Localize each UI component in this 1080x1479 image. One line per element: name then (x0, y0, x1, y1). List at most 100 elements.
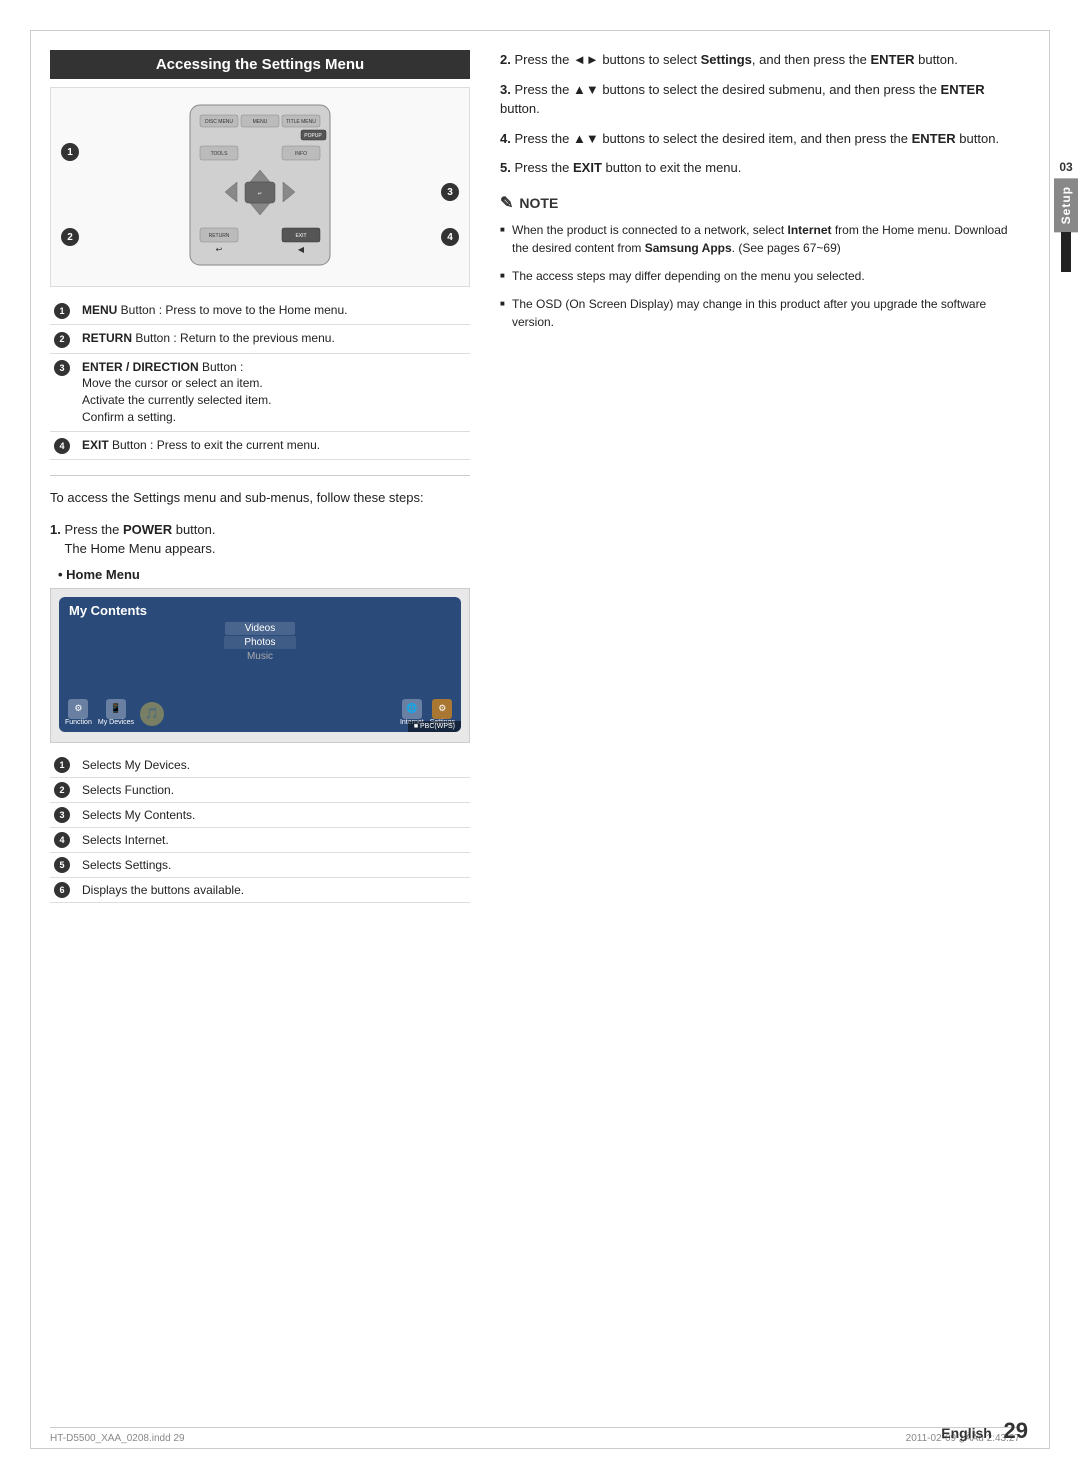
home-menu-bullet: • Home Menu (58, 567, 470, 582)
chapter-label: Setup (1054, 178, 1078, 232)
legend-num-1: 1 (50, 297, 78, 325)
note-label: NOTE (519, 195, 558, 211)
svg-text:◀: ◀ (298, 245, 305, 254)
remote-legend-table: 1 MENU Button : Press to move to the Hom… (50, 297, 470, 460)
legend-row-1: 1 MENU Button : Press to move to the Hom… (50, 297, 470, 325)
legend-circle-3: 3 (54, 360, 70, 376)
hl-num-6: 6 (50, 877, 78, 902)
svg-text:↩: ↩ (216, 245, 223, 254)
home-menu-content-list: Videos Photos Music (69, 622, 451, 663)
hl-num-2: 2 (50, 777, 78, 802)
home-menu-graphic: My Contents Videos Photos Music ⚙ Functi… (59, 597, 461, 732)
hl-text-4: Selects Internet. (78, 827, 470, 852)
svg-text:↵: ↵ (258, 191, 262, 197)
step-4-num: 4. (500, 131, 511, 146)
legend-num-4: 4 (50, 431, 78, 459)
hl-num-4: 4 (50, 827, 78, 852)
right-steps: 2. Press the ◄► buttons to select Settin… (500, 50, 1020, 178)
hl-text-6: Displays the buttons available. (78, 877, 470, 902)
hl-row-2: 2 Selects Function. (50, 777, 470, 802)
hl-text-2: Selects Function. (78, 777, 470, 802)
remote-svg: DISC MENU MENU TITLE MENU POPUP TOOLS IN… (150, 100, 370, 275)
chapter-tab-black (1061, 232, 1071, 272)
page-number-area: English 29 (941, 1418, 1028, 1444)
main-container: Accessing the Settings Menu 1 2 3 4 DISC… (50, 50, 1020, 1429)
svg-text:INFO: INFO (295, 151, 307, 157)
legend-circle-4: 4 (54, 438, 70, 454)
step-5: 5. Press the EXIT button to exit the men… (500, 158, 1020, 178)
legend-row-4: 4 EXIT Button : Press to exit the curren… (50, 431, 470, 459)
home-menu-title-text: My Contents (69, 603, 451, 618)
step-1-num: 1. (50, 522, 61, 537)
legend-desc-1: MENU Button : Press to move to the Home … (78, 297, 470, 325)
hm-nav-function: ⚙ Function (65, 699, 92, 726)
hl-circle-2: 2 (54, 782, 70, 798)
legend-row-3: 3 ENTER / DIRECTION Button : Move the cu… (50, 353, 470, 431)
legend-desc-3: ENTER / DIRECTION Button : Move the curs… (78, 353, 470, 431)
hl-circle-1: 1 (54, 757, 70, 773)
page-border-bottom (30, 1448, 1050, 1449)
section-title: Accessing the Settings Menu (50, 50, 470, 79)
legend-desc-2: RETURN Button : Return to the previous m… (78, 325, 470, 353)
hl-num-5: 5 (50, 852, 78, 877)
home-menu-box: 1 2 3 4 5 6 My Contents Videos Photos Mu… (50, 588, 470, 743)
hm-bottom-bar: ■ PBC(WPS) (408, 721, 461, 732)
page-border-left (30, 30, 31, 1449)
legend-circle-1: 1 (54, 303, 70, 319)
step-2: 2. Press the ◄► buttons to select Settin… (500, 50, 1020, 70)
step-5-num: 5. (500, 160, 511, 175)
svg-text:TITLE MENU: TITLE MENU (286, 119, 316, 125)
language-label: English (941, 1425, 992, 1441)
hm-nav-icon3: 🎵 (140, 702, 164, 726)
svg-text:EXIT: EXIT (295, 233, 306, 239)
page-number: 29 (1004, 1418, 1028, 1443)
legend-num-2: 2 (50, 325, 78, 353)
hl-row-1: 1 Selects My Devices. (50, 753, 470, 778)
hl-row-6: 6 Displays the buttons available. (50, 877, 470, 902)
hl-circle-5: 5 (54, 857, 70, 873)
hm-item-music: Music (227, 650, 293, 663)
svg-text:TOOLS: TOOLS (211, 151, 229, 157)
hl-row-4: 4 Selects Internet. (50, 827, 470, 852)
legend-desc-4: EXIT Button : Press to exit the current … (78, 431, 470, 459)
hl-num-1: 1 (50, 753, 78, 778)
hl-row-3: 3 Selects My Contents. (50, 802, 470, 827)
step-3-num: 3. (500, 82, 511, 97)
legend-row-2: 2 RETURN Button : Return to the previous… (50, 325, 470, 353)
hl-text-3: Selects My Contents. (78, 802, 470, 827)
step-4: 4. Press the ▲▼ buttons to select the de… (500, 129, 1020, 149)
note-icon: ✎ (500, 193, 513, 213)
divider-1 (50, 475, 470, 476)
legend-num-3: 3 (50, 353, 78, 431)
hm-nav-mydevices: 📱 My Devices (98, 699, 134, 726)
callout-2: 2 (61, 228, 79, 246)
right-column: 2. Press the ◄► buttons to select Settin… (500, 50, 1020, 1429)
step-1: 1. Press the POWER button. The Home Menu… (50, 520, 470, 559)
hm-item-videos: Videos (225, 622, 295, 635)
home-legend-table: 1 Selects My Devices. 2 Selects Function… (50, 753, 470, 903)
hm-item-photos: Photos (224, 636, 295, 649)
side-tab: 03 Setup (1052, 160, 1080, 272)
svg-text:RETURN: RETURN (209, 233, 230, 239)
home-nav-row: ⚙ Function 📱 My Devices 🎵 🌐 Internet (65, 699, 455, 726)
step-3: 3. Press the ▲▼ buttons to select the de… (500, 80, 1020, 119)
hl-circle-3: 3 (54, 807, 70, 823)
hl-circle-4: 4 (54, 832, 70, 848)
svg-text:DISC MENU: DISC MENU (205, 119, 233, 125)
hl-circle-6: 6 (54, 882, 70, 898)
hl-num-3: 3 (50, 802, 78, 827)
callout-4: 4 (441, 228, 459, 246)
hl-row-5: 5 Selects Settings. (50, 852, 470, 877)
page-border-right (1049, 30, 1050, 1449)
footer: HT-D5500_XAA_0208.indd 29 2011-02-09 ¿ÀÀ… (50, 1427, 1020, 1444)
hl-text-1: Selects My Devices. (78, 753, 470, 778)
footer-left: HT-D5500_XAA_0208.indd 29 (50, 1433, 185, 1444)
step-2-num: 2. (500, 52, 511, 67)
intro-text: To access the Settings menu and sub-menu… (50, 488, 470, 508)
legend-circle-2: 2 (54, 332, 70, 348)
note-item-1: When the product is connected to a netwo… (500, 221, 1020, 257)
page-border-top (30, 30, 1050, 31)
left-column: Accessing the Settings Menu 1 2 3 4 DISC… (50, 50, 470, 1429)
note-title: ✎ NOTE (500, 193, 1020, 213)
note-item-2: The access steps may differ depending on… (500, 267, 1020, 285)
